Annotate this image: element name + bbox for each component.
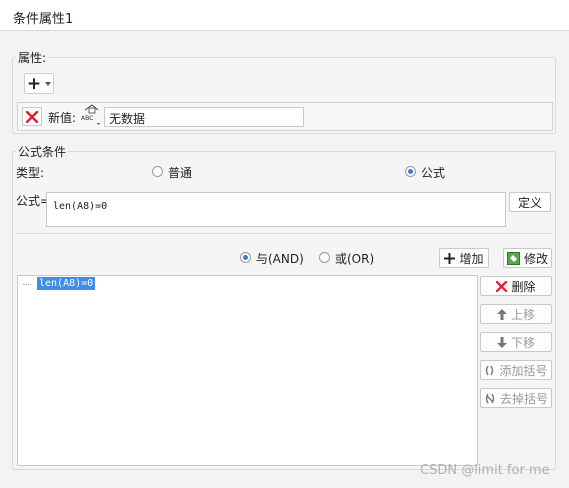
formula-condition-legend: 公式条件	[16, 143, 69, 160]
watermark: CSDN @limit for me	[420, 463, 550, 478]
radio-or-circle	[319, 252, 330, 263]
radio-formula-circle	[405, 166, 416, 177]
formula-input[interactable]: len(A8)=0	[46, 192, 506, 227]
type-radio-formula[interactable]: 公式	[405, 165, 465, 180]
value-type-selector[interactable]: ABC	[80, 104, 102, 126]
close-icon	[496, 280, 508, 292]
divider	[16, 233, 552, 234]
plus-icon: +	[26, 73, 42, 94]
value-type-badge: ABC	[81, 115, 94, 122]
plus-icon	[444, 252, 456, 264]
tab-condition-attribute[interactable]: 条件属性1	[13, 8, 73, 27]
remove-bracket-button[interactable]: 去掉括号	[480, 388, 552, 408]
tab-bar: 条件属性1	[0, 0, 569, 31]
new-value-label: 新值:	[48, 111, 77, 125]
add-bracket-button[interactable]: 添加括号	[480, 360, 552, 380]
bracket-icon	[486, 365, 494, 375]
radio-normal-circle	[152, 166, 163, 177]
tree-branch-line	[23, 284, 31, 285]
add-attribute-button[interactable]: +	[24, 73, 54, 94]
dropdown-arrow-icon	[45, 81, 52, 86]
modify-icon	[506, 251, 520, 265]
add-bracket-label: 添加括号	[499, 363, 548, 378]
delete-attribute-button[interactable]	[22, 107, 42, 126]
move-up-label: 上移	[510, 307, 535, 322]
add-condition-button[interactable]: 增加	[439, 248, 489, 268]
delete-condition-label: 删除	[511, 279, 536, 294]
radio-and-label: 与(AND)	[256, 252, 304, 266]
radio-normal-label: 普通	[168, 166, 193, 180]
radio-or-label: 或(OR)	[335, 252, 375, 266]
conditions-tree[interactable]: len(A8)=0	[17, 275, 478, 466]
modify-condition-label: 修改	[523, 251, 548, 266]
condition-item[interactable]: len(A8)=0	[37, 277, 96, 290]
formula-text: len(A8)=0	[53, 201, 108, 212]
type-radio-normal[interactable]: 普通	[152, 165, 212, 180]
close-icon	[26, 110, 38, 123]
formula-label: 公式=	[16, 194, 51, 208]
logic-radio-or[interactable]: 或(OR)	[319, 251, 389, 266]
move-down-button[interactable]: 下移	[480, 332, 552, 352]
radio-formula-label: 公式	[421, 166, 446, 180]
radio-and-circle	[240, 252, 251, 263]
remove-bracket-label: 去掉括号	[499, 391, 548, 406]
move-up-button[interactable]: 上移	[480, 304, 552, 324]
move-down-label: 下移	[510, 335, 535, 350]
delete-condition-button[interactable]: 删除	[480, 276, 552, 296]
new-value-input[interactable]: 无数据	[104, 107, 304, 127]
attributes-legend: 属性:	[16, 49, 49, 66]
logic-radio-and[interactable]: 与(AND)	[240, 251, 310, 266]
define-button[interactable]: 定义	[509, 192, 551, 212]
add-condition-label: 增加	[459, 251, 484, 266]
define-button-label: 定义	[517, 195, 542, 210]
new-value-text: 无数据	[109, 112, 146, 126]
type-label: 类型:	[16, 166, 45, 180]
modify-condition-button[interactable]: 修改	[503, 248, 552, 268]
arrow-down-icon	[496, 336, 507, 348]
arrow-up-icon	[496, 308, 507, 320]
remove-bracket-icon	[485, 393, 495, 403]
